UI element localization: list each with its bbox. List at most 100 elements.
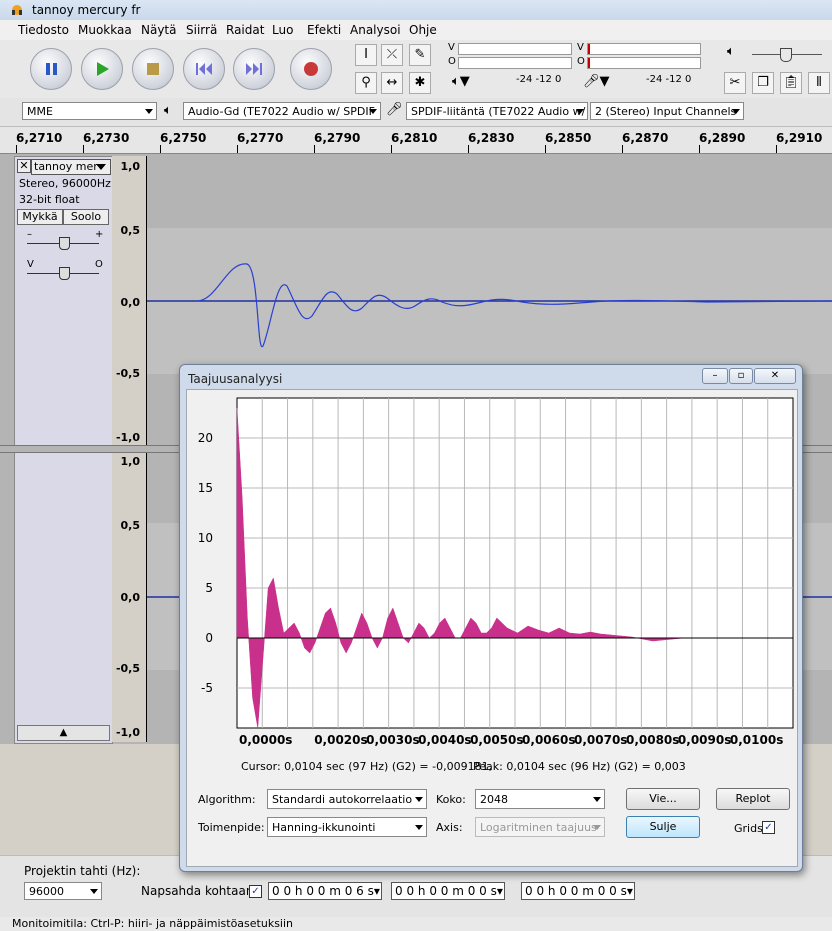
selection-start-value: 0 0 h 0 0 m 0 6 s [272, 884, 374, 898]
paste-icon[interactable]: 📋︎ [780, 72, 802, 94]
algorithm-select[interactable]: Standardi autokorrelaatio [267, 789, 427, 809]
skip-end-button[interactable] [233, 48, 275, 90]
microphone-meter-icon[interactable]: 🎤︎▼ [583, 74, 610, 89]
skip-start-button[interactable] [183, 48, 225, 90]
grids-checkbox[interactable]: ✓ [762, 821, 775, 834]
play-meter-left-label: V [448, 42, 455, 53]
menu-edit[interactable]: Muokkaa [78, 23, 132, 37]
scale-label: -0,5 [115, 367, 140, 380]
input-channels-select[interactable]: 2 (Stereo) Input Channels [590, 102, 744, 120]
export-button[interactable]: Vie... [626, 788, 700, 810]
replot-button[interactable]: Replot [716, 788, 790, 810]
menu-tracks[interactable]: Raidat [226, 23, 264, 37]
input-channels-value: 2 (Stereo) Input Channels [595, 105, 737, 118]
ruler-label: 6,2890 [699, 131, 746, 145]
cut-icon[interactable]: ✂ [724, 72, 746, 94]
timeline-ruler[interactable]: 6,2710 6,2730 6,2750 6,2770 6,2790 6,281… [0, 127, 832, 154]
multi-tool-icon[interactable]: ✱ [409, 72, 431, 94]
pan-slider-thumb[interactable] [59, 267, 70, 280]
axis-select[interactable]: Logaritminen taajuus [475, 817, 605, 837]
output-device-select[interactable]: Audio-Gd (TE7022 Audio w/ SPDIF [183, 102, 381, 120]
menu-transport[interactable]: Siirrä [186, 23, 217, 37]
mute-button[interactable]: Mykkä [17, 209, 63, 225]
status-bar: Monitoimitila: Ctrl-P: hiiri- ja näppäim… [0, 917, 832, 931]
trim-icon[interactable]: ⫴ [808, 72, 830, 94]
audio-host-select[interactable]: MME [22, 102, 157, 120]
pan-left-label: V [27, 259, 34, 270]
project-rate-select[interactable]: 96000 [24, 882, 102, 900]
axis-label: Axis: [436, 821, 463, 834]
gain-slider-thumb[interactable] [59, 237, 70, 250]
function-select[interactable]: Hanning-ikkunointi [267, 817, 427, 837]
grids-label: Grids [734, 822, 763, 835]
ruler-label: 6,2810 [391, 131, 438, 145]
rec-meter-right-label: O [577, 56, 585, 67]
peak-readout: Peak: 0,0104 sec (96 Hz) (G2) = 0,003 [473, 760, 686, 773]
rec-meter-right [587, 57, 701, 69]
maximize-icon[interactable]: ▫ [729, 368, 753, 384]
audio-position-value: 0 0 h 0 0 m 0 0 s [525, 884, 627, 898]
algorithm-value: Standardi autokorrelaatio [272, 793, 413, 806]
menu-file[interactable]: Tiedosto [18, 23, 69, 37]
zoom-tool-icon[interactable]: ⚲ [355, 72, 377, 94]
scale-label: -1,0 [115, 431, 140, 444]
stop-button[interactable] [132, 48, 174, 90]
scale-label: -1,0 [115, 726, 140, 739]
menu-analyze[interactable]: Analysoi [350, 23, 401, 37]
ruler-label: 6,2770 [237, 131, 284, 145]
menu-generate[interactable]: Luo [272, 23, 293, 37]
menu-view[interactable]: Näytä [141, 23, 177, 37]
audio-host-value: MME [27, 105, 53, 118]
solo-button[interactable]: Soolo [63, 209, 109, 225]
y-tick-label: 15 [198, 481, 213, 495]
snap-checkbox[interactable]: ✓ [249, 885, 262, 898]
size-select[interactable]: 2048 [475, 789, 605, 809]
minimize-icon[interactable]: – [702, 368, 728, 384]
dialog-title: Taajuusanalyysi [188, 372, 283, 386]
x-tick-label: 0,0030s [366, 733, 419, 747]
play-meter-right-label: O [448, 56, 456, 67]
skip-start-icon [196, 63, 212, 75]
track-menu-button[interactable]: tannoy mer [31, 159, 111, 175]
output-device-icon: 🔈︎ [164, 103, 172, 118]
input-device-select[interactable]: SPDIF-liitäntä (TE7022 Audio w/ [406, 102, 588, 120]
function-label: Toimenpide: [198, 821, 265, 834]
x-tick-label: 0,0050s [470, 733, 523, 747]
selection-start-time[interactable]: 0 0 h 0 0 m 0 6 s▾ [268, 882, 382, 900]
close-icon[interactable]: ✕ [754, 368, 796, 384]
dialog-body: 20 15 10 5 0 -5 0,0000s 0,0020s 0,0030s 0,0040s 0… [186, 389, 798, 867]
selection-tool-icon[interactable]: I [355, 44, 377, 66]
output-volume-thumb[interactable] [780, 48, 792, 62]
autocorrelation-plot[interactable]: 20151050-5 0,0000s 0,0020s0,0030s0,0040s0… [187, 390, 797, 750]
x-tick-label: 0,0070s [574, 733, 627, 747]
x-tick-label: 0,0040s [418, 733, 471, 747]
close-track-icon[interactable]: ✕ [17, 159, 31, 173]
rec-meter-scale: -24 -12 0 [646, 74, 692, 85]
menu-help[interactable]: Ohje [409, 23, 437, 37]
ruler-label: 6,2850 [545, 131, 592, 145]
copy-icon[interactable]: ❐ [752, 72, 774, 94]
collapse-track-button[interactable]: ▲ [17, 725, 110, 741]
menu-effect[interactable]: Efekti [307, 23, 341, 37]
size-label: Koko: [436, 793, 466, 806]
selection-end-time[interactable]: 0 0 h 0 0 m 0 0 s▾ [391, 882, 505, 900]
function-value: Hanning-ikkunointi [272, 821, 376, 834]
play-button[interactable] [81, 48, 123, 90]
algorithm-label: Algorithm: [198, 793, 256, 806]
y-tick-label: 20 [198, 431, 213, 445]
scale-label: -0,5 [115, 662, 140, 675]
audio-position-time[interactable]: 0 0 h 0 0 m 0 0 s▾ [521, 882, 635, 900]
gain-plus-label: + [95, 229, 104, 240]
envelope-tool-icon[interactable]: ⤫ [381, 44, 403, 66]
speaker-meter-icon[interactable]: 🔈︎▼ [452, 74, 470, 89]
ruler-label: 6,2710 [16, 131, 63, 145]
draw-tool-icon[interactable]: ✎ [409, 44, 431, 66]
y-tick-label: 5 [205, 581, 213, 595]
timeshift-tool-icon[interactable]: ↔ [381, 72, 403, 94]
bottom-channel-scale: 1,0 0,5 0,0 -0,5 -1,0 [112, 451, 147, 742]
pause-button[interactable] [30, 48, 72, 90]
record-icon [304, 62, 318, 76]
close-button[interactable]: Sulje [626, 816, 700, 838]
track-format: Stereo, 96000Hz [19, 177, 111, 190]
record-button[interactable] [290, 48, 332, 90]
